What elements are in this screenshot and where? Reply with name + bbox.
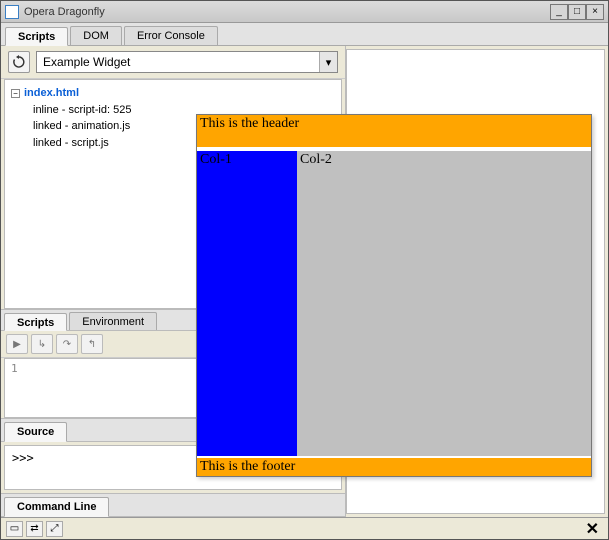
console-prompt: >>> [12, 451, 34, 465]
tab-error-console[interactable]: Error Console [124, 26, 218, 45]
context-select[interactable]: Example Widget [36, 51, 338, 73]
expand-icon[interactable]: ⤢ [46, 521, 63, 537]
statusbar: ▭ ⇄ ⤢ ✕ [1, 517, 608, 539]
tab-dom[interactable]: DOM [70, 26, 122, 45]
context-select-wrap: Example Widget ▾ [36, 51, 338, 73]
selector-toolbar: Example Widget ▾ [1, 46, 345, 79]
commandline-label[interactable]: Command Line [4, 497, 109, 517]
widget-columns: Col-1 Col-2 [197, 147, 591, 456]
minimize-button[interactable]: _ [550, 4, 568, 20]
continue-button[interactable]: ▶ [6, 334, 28, 354]
subtab-scripts[interactable]: Scripts [4, 313, 67, 331]
close-button[interactable]: × [586, 4, 604, 20]
step-out-button[interactable]: ↰ [81, 334, 103, 354]
reload-icon [12, 55, 26, 69]
example-widget-window[interactable]: This is the header Col-1 Col-2 This is t… [196, 114, 592, 477]
widget-header: This is the header [197, 115, 591, 147]
dropdown-arrow-icon[interactable]: ▾ [319, 52, 337, 72]
file-index-html[interactable]: index.html [24, 85, 79, 102]
widget-col2: Col-2 [297, 151, 591, 456]
status-left-group: ▭ ⇄ ⤢ [6, 521, 63, 537]
widget-footer: This is the footer [197, 456, 591, 476]
console-icon[interactable]: ▭ [6, 521, 23, 537]
subtab-environment[interactable]: Environment [69, 312, 157, 330]
close-panel-button[interactable]: ✕ [582, 519, 603, 539]
titlebar: Opera Dragonfly _ □ × [1, 1, 608, 23]
line-number: 1 [11, 362, 18, 375]
step-into-button[interactable]: ↳ [31, 334, 53, 354]
tab-scripts[interactable]: Scripts [5, 27, 68, 46]
tree-root-row: − index.html [11, 85, 335, 102]
maximize-button[interactable]: □ [568, 4, 586, 20]
app-icon [5, 5, 19, 19]
window-controls: _ □ × [550, 4, 604, 20]
window-title: Opera Dragonfly [24, 6, 550, 18]
tree-collapse-toggle[interactable]: − [11, 89, 20, 98]
commandline-label-row: Command Line [1, 493, 345, 517]
source-label[interactable]: Source [4, 422, 67, 442]
link-icon[interactable]: ⇄ [26, 521, 43, 537]
reload-button[interactable] [8, 51, 30, 73]
step-over-button[interactable]: ↷ [56, 334, 78, 354]
widget-col1: Col-1 [197, 151, 297, 456]
main-tab-bar: Scripts DOM Error Console [1, 23, 608, 46]
